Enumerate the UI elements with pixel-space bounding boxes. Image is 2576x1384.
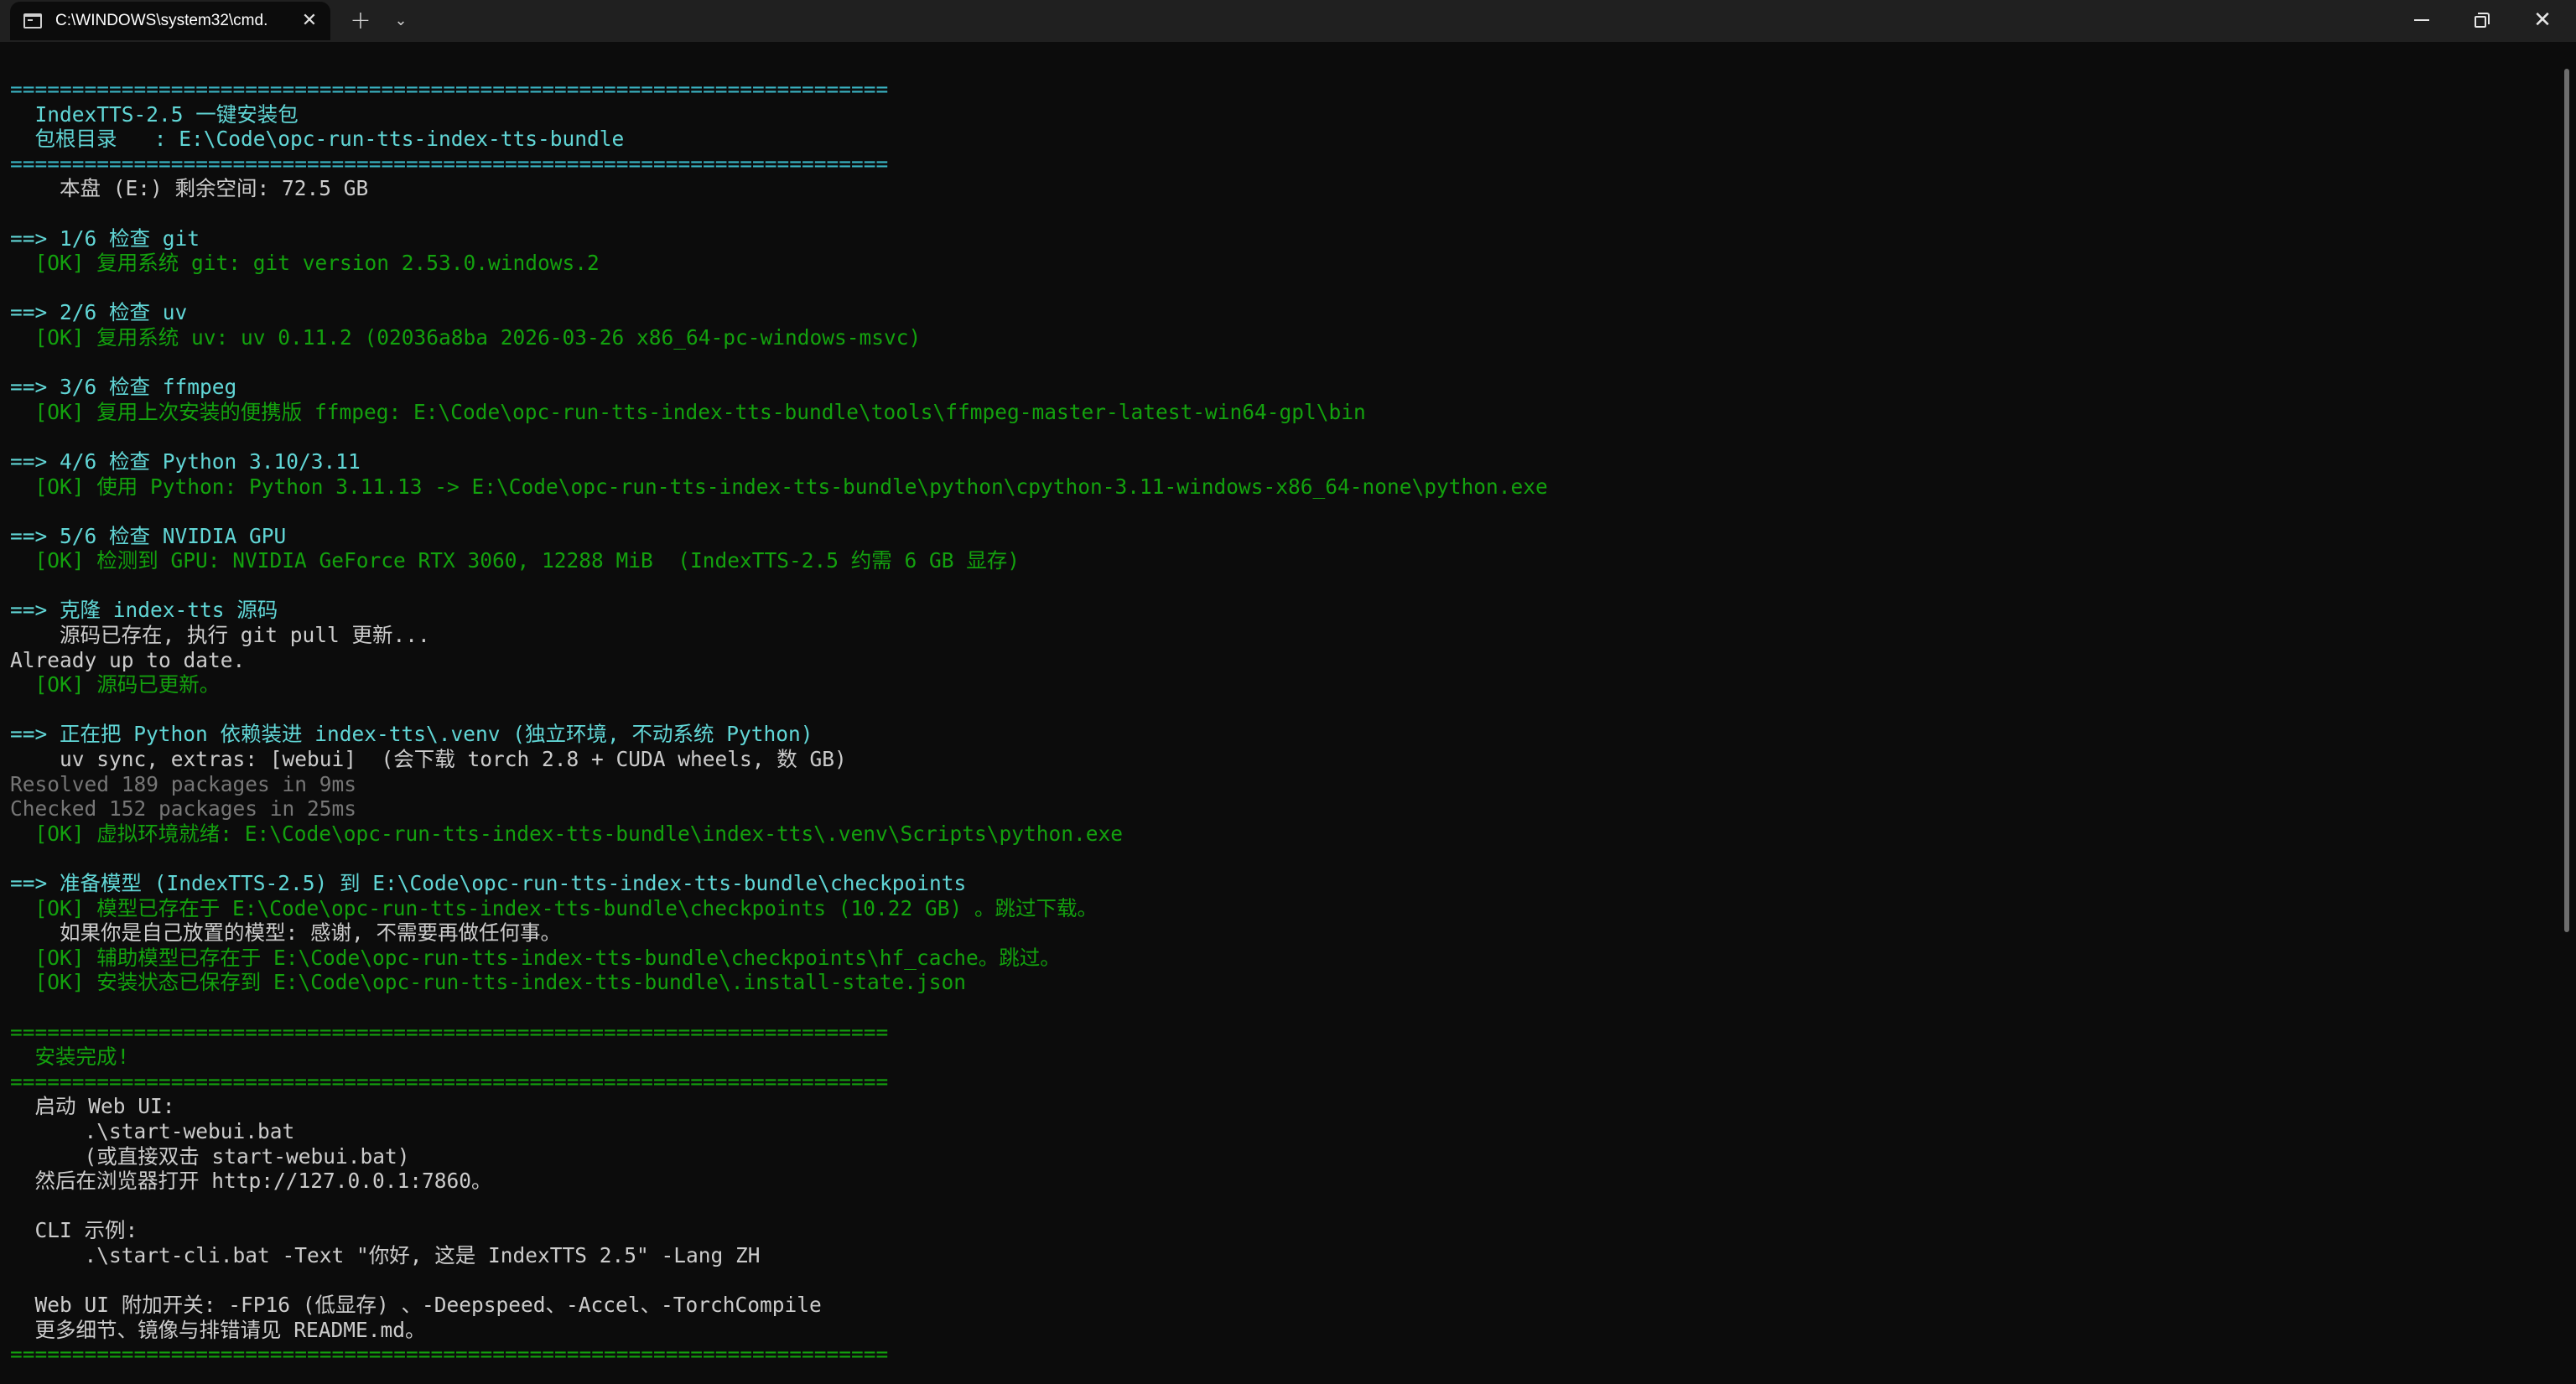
output-line: 本盘 (E:) 剩余空间: 72.5 GB <box>10 176 369 201</box>
header-line: 包根目录 : E:\Code\opc-run-tts-index-tts-bun… <box>10 127 625 152</box>
separator-line: ========================================… <box>10 77 889 101</box>
console-output[interactable]: ========================================… <box>10 77 2542 1384</box>
step-line: ==> 3/6 检查 ffmpeg <box>10 375 237 400</box>
close-window-icon: ✕ <box>2533 8 2552 33</box>
ok-line: [OK] 辅助模型已存在于 E:\Code\opc-run-tts-index-… <box>10 945 1061 970</box>
separator-line: ========================================… <box>10 1069 889 1094</box>
step-line: ==> 4/6 检查 Python 3.10/3.11 <box>10 448 361 474</box>
output-line: uv sync, extras: [webui] (会下载 torch 2.8 … <box>10 747 847 772</box>
output-line: .\start-cli.bat -Text "你好, 这是 IndexTTS 2… <box>10 1242 761 1267</box>
output-line: Resolved 189 packages in 9ms <box>10 771 357 796</box>
separator-line: ========================================… <box>10 1019 889 1044</box>
output-line: .\start-webui.bat <box>10 1118 295 1143</box>
restore-button[interactable] <box>2452 0 2512 40</box>
ok-line: [OK] 虚拟环境就绪: E:\Code\opc-run-tts-index-t… <box>10 821 1124 846</box>
step-line: ==> 准备模型 (IndexTTS-2.5) 到 E:\Code\opc-ru… <box>10 871 967 895</box>
step-line: ==> 2/6 检查 uv <box>10 300 188 325</box>
minimize-button[interactable] <box>2392 0 2452 40</box>
success-line: 安装完成! <box>10 1044 130 1070</box>
title-bar[interactable]: C:\WINDOWS\system32\cmd. ✕ + ⌄ ✕ <box>0 0 2576 42</box>
tab-cmd[interactable]: C:\WINDOWS\system32\cmd. ✕ <box>10 2 330 40</box>
output-line: 更多细节、镜像与排错请见 README.md。 <box>10 1317 426 1342</box>
output-line: CLI 示例: <box>10 1218 138 1243</box>
scrollbar[interactable] <box>2564 69 2569 932</box>
output-line: 源码已存在, 执行 git pull 更新... <box>10 623 430 648</box>
output-line: 启动 Web UI: <box>10 1094 175 1119</box>
terminal-window: C:\WINDOWS\system32\cmd. ✕ + ⌄ ✕ =======… <box>0 0 2576 1384</box>
ok-line: [OK] 复用上次安装的便携版 ffmpeg: E:\Code\opc-run-… <box>10 399 1366 424</box>
step-line: ==> 1/6 检查 git <box>10 225 200 251</box>
ok-line: [OK] 模型已存在于 E:\Code\opc-run-tts-index-tt… <box>10 895 1098 920</box>
output-line: 然后在浏览器打开 http://127.0.0.1:7860。 <box>10 1169 492 1194</box>
ok-line: [OK] 使用 Python: Python 3.11.13 -> E:\Cod… <box>10 474 1548 499</box>
header-line: IndexTTS-2.5 一键安装包 <box>10 101 299 127</box>
terminal-icon <box>23 13 42 29</box>
chevron-down-icon[interactable]: ⌄ <box>382 3 419 39</box>
tab-title: C:\WINDOWS\system32\cmd. <box>55 12 268 29</box>
output-line: (或直接双击 start-webui.bat) <box>10 1143 410 1169</box>
output-line: Checked 152 packages in 25ms <box>10 796 357 822</box>
ok-line: [OK] 安装状态已保存到 E:\Code\opc-run-tts-index-… <box>10 970 967 995</box>
restore-icon <box>2475 13 2490 28</box>
separator-line: ========================================… <box>10 1342 889 1367</box>
output-line: 如果你是自己放置的模型: 感谢, 不需要再做任何事。 <box>10 920 561 946</box>
close-icon[interactable]: ✕ <box>299 10 320 32</box>
ok-line: [OK] 源码已更新。 <box>10 672 221 697</box>
close-window-button[interactable]: ✕ <box>2512 0 2573 40</box>
separator-line: ========================================… <box>10 151 889 176</box>
step-line: ==> 5/6 检查 NVIDIA GPU <box>10 523 287 548</box>
minimize-icon <box>2414 19 2429 21</box>
ok-line: [OK] 复用系统 uv: uv 0.11.2 (02036a8ba 2026-… <box>10 324 922 350</box>
plus-icon[interactable]: + <box>342 3 379 39</box>
ok-line: [OK] 复用系统 git: git version 2.53.0.window… <box>10 251 600 276</box>
ok-line: [OK] 检测到 GPU: NVIDIA GeForce RTX 3060, 1… <box>10 548 1021 573</box>
step-line: ==> 正在把 Python 依赖装进 index-tts\.venv (独立环… <box>10 722 813 747</box>
output-line: Already up to date. <box>10 647 246 672</box>
step-line: ==> 克隆 index-tts 源码 <box>10 598 278 623</box>
output-line: Web UI 附加开关: -FP16 (低显存) 、-Deepspeed、-Ac… <box>10 1293 822 1318</box>
